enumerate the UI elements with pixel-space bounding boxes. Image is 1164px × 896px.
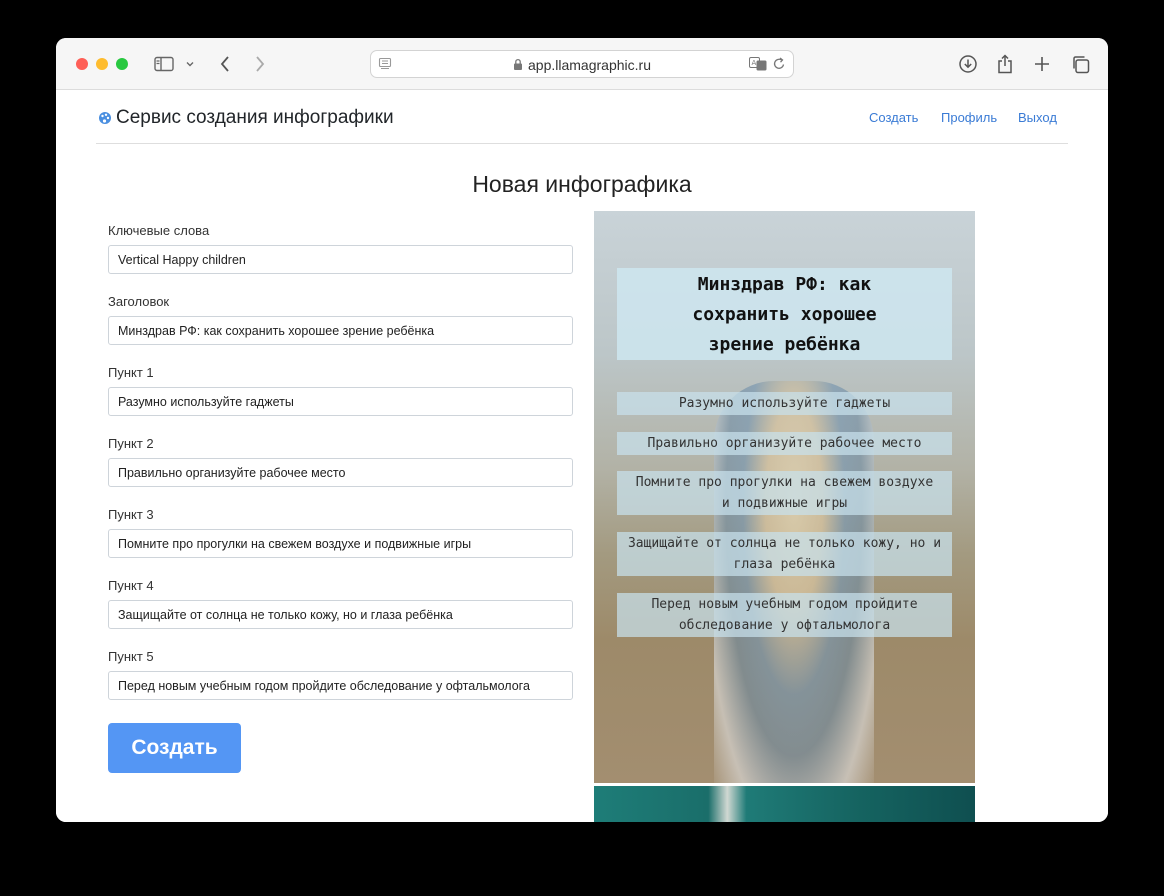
preview-title-line: Минздрав РФ: как (697, 274, 872, 295)
lock-icon (514, 58, 523, 70)
chevron-down-icon[interactable] (183, 52, 197, 76)
translate-icon[interactable]: A (749, 57, 767, 76)
nav-profile-link[interactable]: Профиль (941, 110, 997, 125)
page-title: Новая инфографика (472, 171, 692, 197)
preview-item-line: Защищайте от солнца не только кожу, но и (627, 536, 942, 551)
nav-logout-link[interactable]: Выход (1018, 110, 1057, 125)
item-5-label: Пункт 5 (108, 649, 154, 664)
preview-title-line: сохранить хорошее (692, 304, 877, 325)
item-3-label: Пункт 3 (108, 507, 154, 522)
preview-title: Минздрав РФ: как сохранить хорошее зрени… (617, 268, 952, 360)
brand-name: Сервис создания инфографики (116, 107, 394, 128)
preview-item-line: Перед новым учебным годом пройдите (651, 597, 918, 612)
item-1-input[interactable] (108, 387, 573, 416)
tab-overview-icon[interactable] (1069, 52, 1091, 76)
heading-label: Заголовок (108, 294, 170, 309)
item-5-input[interactable] (108, 671, 573, 700)
web-page: Сервис создания инфографики Создать Проф… (56, 91, 1108, 822)
preview-item-2: Правильно организуйте рабочее место (617, 432, 952, 455)
item-4-label: Пункт 4 (108, 578, 154, 593)
new-tab-icon[interactable] (1032, 52, 1052, 76)
preview-item-line: и подвижные игры (721, 496, 848, 511)
url-text: app.llamagraphic.ru (371, 57, 793, 73)
address-bar[interactable]: app.llamagraphic.ru A (370, 50, 794, 78)
preview-item-line: обследование у офтальмолога (678, 618, 891, 633)
keywords-input[interactable] (108, 245, 573, 274)
url-label: app.llamagraphic.ru (528, 57, 651, 73)
reload-icon[interactable] (773, 57, 786, 76)
preview-title-line: зрение ребёнка (708, 334, 861, 355)
svg-text:A: A (752, 59, 757, 67)
preview-item-line: глаза ребёнка (733, 557, 836, 572)
preview-item-line: Разумно используйте гаджеты (678, 396, 891, 411)
browser-window: app.llamagraphic.ru A Сервис создания ин… (56, 38, 1108, 822)
create-button[interactable]: Создать (108, 723, 241, 773)
palette-icon (99, 112, 111, 124)
close-window-button[interactable] (76, 58, 88, 70)
preview-item-3: Помните про прогулки на свежем воздухе и… (617, 471, 952, 515)
minimize-window-button[interactable] (96, 58, 108, 70)
nav-create-link[interactable]: Создать (869, 110, 918, 125)
zoom-window-button[interactable] (116, 58, 128, 70)
infographic-preview: Минздрав РФ: как сохранить хорошее зрени… (594, 211, 975, 783)
preview-item-5: Перед новым учебным годом пройдите обсле… (617, 593, 952, 637)
item-3-input[interactable] (108, 529, 573, 558)
browser-toolbar: app.llamagraphic.ru A (56, 38, 1108, 90)
back-icon[interactable] (216, 52, 234, 76)
item-4-input[interactable] (108, 600, 573, 629)
item-2-label: Пункт 2 (108, 436, 154, 451)
sidebar-toggle-icon[interactable] (153, 52, 175, 76)
preview-item-4: Защищайте от солнца не только кожу, но и… (617, 532, 952, 576)
heading-input[interactable] (108, 316, 573, 345)
next-preview-image (594, 786, 975, 822)
item-2-input[interactable] (108, 458, 573, 487)
download-icon[interactable] (957, 52, 979, 76)
share-icon[interactable] (995, 52, 1015, 76)
forward-icon[interactable] (251, 52, 269, 76)
brand[interactable]: Сервис создания инфографики (98, 107, 394, 129)
preview-item-line: Помните про прогулки на свежем воздухе (635, 475, 934, 490)
keywords-label: Ключевые слова (108, 223, 210, 238)
preview-item-1: Разумно используйте гаджеты (617, 392, 952, 415)
item-1-label: Пункт 1 (108, 365, 154, 380)
site-navbar: Сервис создания инфографики Создать Проф… (96, 91, 1068, 144)
preview-item-line: Правильно организуйте рабочее место (647, 436, 922, 451)
